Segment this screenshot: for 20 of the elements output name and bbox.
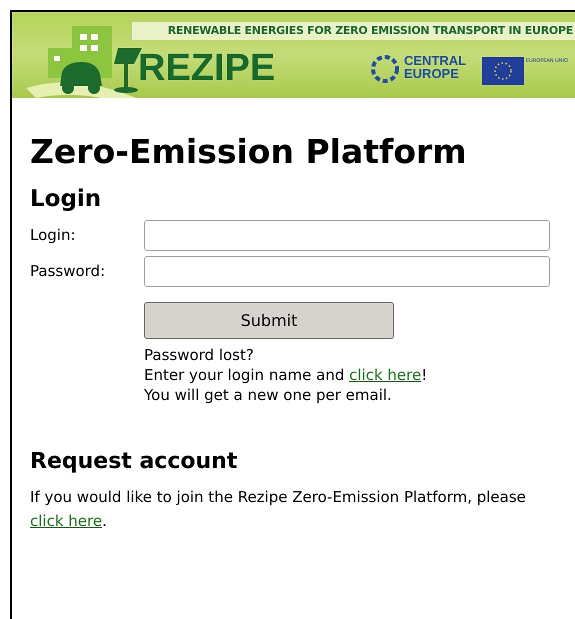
input-field[interactable] bbox=[144, 220, 550, 251]
field-label: Password: bbox=[30, 261, 106, 282]
rezipe-logo-text: REZIPE bbox=[138, 48, 276, 88]
note-text: You will get a new one per email. bbox=[144, 385, 393, 405]
submit-button[interactable]: Submit bbox=[144, 302, 394, 339]
eu-flag-icon bbox=[482, 57, 524, 85]
password-lost-text: Password lost? bbox=[144, 345, 255, 365]
request-heading: Request account bbox=[30, 448, 238, 476]
partner-logo-text: CENTRAL bbox=[404, 54, 466, 67]
page-title: Zero-Emission Platform bbox=[30, 132, 468, 172]
request-text: If you would like to join the Rezipe Zero-Emission Platform, please click here. bbox=[30, 487, 527, 532]
login-heading: Login bbox=[30, 185, 102, 214]
partner-logo-text: EUROPE bbox=[404, 67, 460, 80]
instruction-text: Enter your login name and click here! bbox=[144, 365, 428, 385]
input-field[interactable] bbox=[144, 256, 550, 287]
star-ring-icon bbox=[368, 54, 402, 84]
field-label: Login: bbox=[30, 225, 77, 246]
click-here-link[interactable]: click here bbox=[349, 366, 422, 384]
tagline: RENEWABLE ENERGIES FOR ZERO EMISSION TRANSPORT IN EUROPE bbox=[168, 22, 573, 39]
click-here-link[interactable]: click here bbox=[30, 512, 102, 530]
